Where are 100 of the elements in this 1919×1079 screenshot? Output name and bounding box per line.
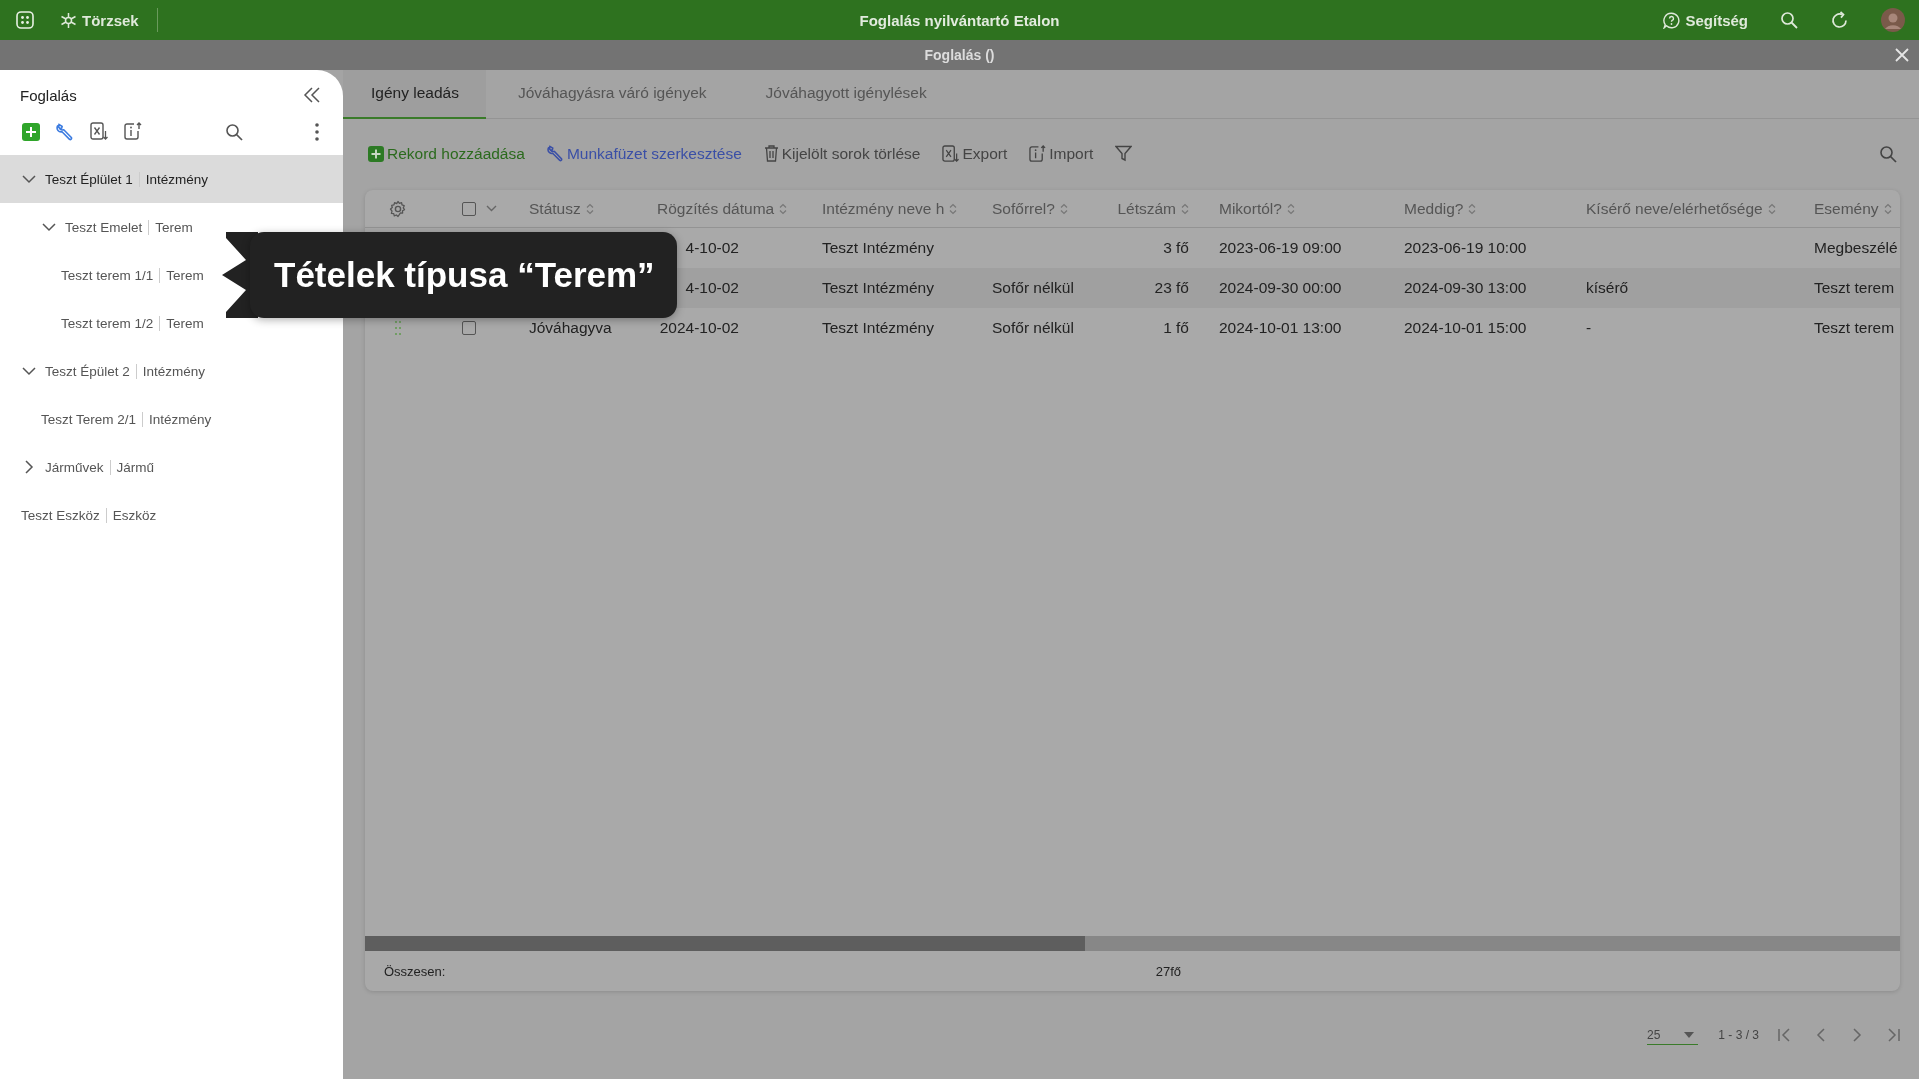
table-cell: 23 fő (1154, 279, 1189, 298)
table-cell: 2023-06-19 09:00 (1219, 239, 1342, 258)
add-button[interactable]: Rekord hozzáadása (368, 144, 525, 163)
sort-icon[interactable] (1883, 202, 1892, 215)
item-name: Teszt Éplület 1 (45, 171, 133, 187)
search-icon[interactable] (1879, 144, 1897, 163)
filter-icon[interactable] (1115, 145, 1133, 163)
sort-icon[interactable] (1059, 202, 1068, 215)
tree-item[interactable]: Teszt Épület 2 Intézmény (0, 347, 343, 395)
help-button[interactable]: Segítség (1663, 11, 1748, 29)
item-type: Jármű (116, 459, 155, 475)
table-cell: Teszt terem (1814, 279, 1895, 298)
plus-icon (368, 145, 384, 162)
item-type: Terem (155, 219, 193, 235)
sort-icon[interactable] (585, 202, 594, 215)
sort-icon[interactable] (1286, 202, 1295, 215)
total-label: Összesen: (384, 963, 446, 979)
tree-item[interactable]: Teszt Terem 2/1 Intézmény (0, 395, 343, 443)
table-cell: Teszt Intézmény (822, 319, 934, 338)
sidebar-title: Foglalás (20, 86, 77, 104)
table-cell-text: 4-10-02 (684, 279, 739, 298)
tree-item[interactable]: Teszt Eszköz Eszköz (0, 491, 343, 539)
table-cell: Megbeszélé (1814, 239, 1898, 258)
column-header[interactable]: Sofőrrel? (992, 199, 1055, 218)
sort-icon[interactable] (779, 202, 788, 215)
collapse-icon[interactable] (303, 87, 321, 103)
edit-button[interactable]: Munkafüzet szerkesztése (546, 144, 742, 163)
tab[interactable]: Igény leadás (343, 70, 486, 119)
tab[interactable]: Jóváhagyásra váró igények (485, 70, 739, 119)
item-name: Teszt Épület 2 (45, 363, 130, 379)
table-cell: 2024-10-01 15:00 (1404, 319, 1527, 338)
module-button[interactable]: Törzsek (60, 11, 139, 29)
column-header[interactable]: Kísérő neve/elérhetősége (1586, 199, 1763, 218)
item-type: Intézmény (149, 411, 212, 427)
tree-item[interactable]: Járművek Jármű (0, 443, 343, 491)
table-cell: 2024-10-01 13:00 (1219, 319, 1342, 338)
tab[interactable]: Jóváhagyott igénylések (738, 70, 954, 119)
column-header[interactable]: Intézmény neve h (822, 199, 945, 218)
wrench-icon (546, 145, 564, 163)
refresh-icon[interactable] (1830, 10, 1849, 30)
table-cell: Sofőr nélkül (992, 319, 1074, 338)
sort-icon[interactable] (1181, 202, 1189, 215)
table-cell: Teszt terem (1814, 319, 1895, 338)
item-name: Teszt Eszköz (21, 507, 100, 523)
import-button[interactable]: Import (1029, 144, 1094, 163)
table-cell: - (1586, 319, 1592, 338)
sort-icon[interactable] (949, 202, 958, 215)
column-header[interactable]: Esemény (1814, 199, 1879, 218)
item-name: Teszt terem 1/2 (61, 315, 154, 331)
scrollbar-track[interactable] (365, 936, 1900, 952)
avatar-icon[interactable] (1881, 8, 1905, 32)
dropdown-icon (1684, 1031, 1695, 1038)
item-name: Járművek (45, 459, 104, 475)
table-cell: 2024-09-30 00:00 (1219, 279, 1342, 298)
table-cell: 3 fő (1163, 239, 1189, 258)
settings-icon[interactable] (388, 199, 407, 218)
column-header[interactable]: Rögzítés dátuma (657, 199, 775, 218)
page-range: 1 - 3 / 3 (1718, 1028, 1759, 1043)
close-icon[interactable] (1895, 48, 1909, 62)
select-all-checkbox[interactable] (462, 201, 476, 216)
table-cell: 2024-09-30 13:00 (1404, 279, 1527, 298)
table-cell-text: 2024-10-02 (658, 319, 739, 338)
first-page-icon[interactable] (1777, 1027, 1793, 1044)
column-header[interactable]: Státusz (529, 199, 581, 218)
export-button[interactable]: Export (942, 144, 1008, 163)
row-checkbox[interactable] (462, 321, 476, 336)
column-header[interactable]: Létszám (1117, 199, 1176, 218)
scrollbar-thumb[interactable] (365, 936, 1085, 952)
search-icon[interactable] (1780, 11, 1798, 29)
excel-icon[interactable] (90, 122, 108, 141)
tooltip: Tételek típusa “Terem” (250, 232, 677, 318)
caret-icon[interactable] (486, 205, 497, 213)
item-type: Terem (166, 315, 204, 331)
tree-item[interactable]: Teszt Éplület 1 Intézmény (0, 155, 343, 203)
app-title: Foglalás nyilvántartó Etalon (859, 11, 1060, 29)
total-value: 27fő (1155, 963, 1181, 979)
add-icon[interactable] (22, 122, 40, 141)
table-cell: kísérő (1586, 279, 1629, 298)
sort-icon[interactable] (1767, 202, 1776, 215)
column-header[interactable]: Mikortól? (1219, 199, 1282, 218)
more-icon[interactable] (315, 122, 319, 141)
table-cell: 2023-06-19 10:00 (1404, 239, 1527, 258)
import-icon[interactable] (124, 122, 142, 141)
column-header[interactable]: Meddig? (1404, 199, 1464, 218)
import-icon (1029, 144, 1047, 163)
drag-handle-icon[interactable] (394, 320, 401, 337)
table-cell: Sofőr nélkül (992, 279, 1074, 298)
sort-icon[interactable] (1468, 202, 1477, 215)
wrench-icon[interactable] (56, 122, 74, 141)
table-cell: Jóváhagyva (529, 319, 612, 338)
help-icon (1663, 11, 1681, 29)
excel-icon (942, 144, 960, 163)
search-icon[interactable] (225, 122, 243, 141)
last-page-icon[interactable] (1885, 1027, 1901, 1044)
delete-button[interactable]: Kijelölt sorok törlése (763, 144, 921, 163)
apps-icon[interactable] (16, 11, 34, 29)
hub-icon (60, 11, 77, 29)
trash-icon (763, 145, 779, 163)
page-size-select[interactable]: 25 (1646, 1025, 1699, 1045)
item-name: Teszt Emelet (65, 219, 143, 235)
